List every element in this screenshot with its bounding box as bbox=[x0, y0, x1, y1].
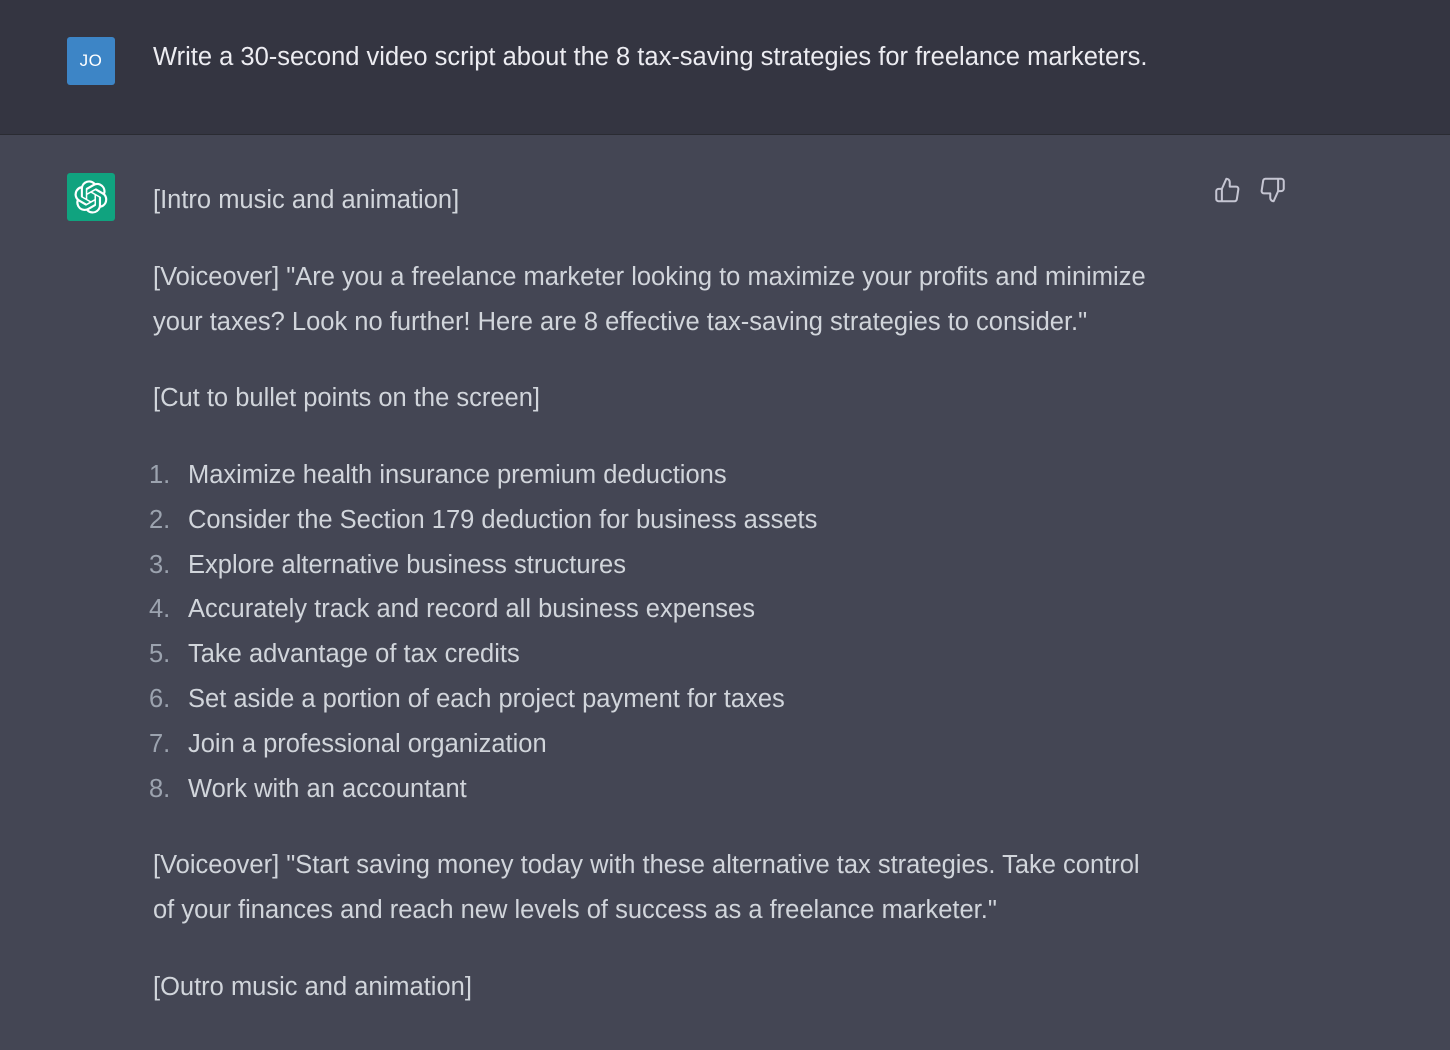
script-cut: [Cut to bullet points on the screen] bbox=[153, 384, 540, 412]
list-item-text: Explore alternative business structures bbox=[188, 550, 626, 579]
user-prompt-text: Write a 30-second video script about the… bbox=[153, 43, 1148, 71]
script-outro: [Outro music and animation] bbox=[153, 973, 472, 1001]
list-item-number: 6. bbox=[149, 684, 171, 713]
thumbs-down-icon bbox=[1260, 177, 1285, 203]
list-item-text: Work with an accountant bbox=[188, 774, 467, 803]
feedback-buttons bbox=[1214, 175, 1286, 205]
thumbs-down-button[interactable] bbox=[1259, 175, 1286, 205]
list-item-number: 1. bbox=[149, 461, 171, 489]
script-voiceover-1-line-2: your taxes? Look no further! Here are 8 … bbox=[153, 308, 1088, 336]
user-message-row: JO Write a 30-second video script about … bbox=[0, 0, 1450, 135]
thumbs-up-button[interactable] bbox=[1214, 175, 1241, 205]
list-item-number: 4. bbox=[149, 595, 171, 624]
list-item-text: Consider the Section 179 deduction for b… bbox=[188, 505, 818, 534]
script-voiceover-2-line-1: [Voiceover] "Start saving money today wi… bbox=[153, 851, 1140, 879]
script-intro: [Intro music and animation] bbox=[153, 186, 460, 214]
list-item-number: 3. bbox=[149, 550, 171, 579]
user-avatar: JO bbox=[67, 37, 115, 85]
assistant-message-row: [Intro music and animation] [Voiceover] … bbox=[0, 135, 1450, 1050]
thumbs-up-icon bbox=[1215, 177, 1240, 203]
list-item-number: 2. bbox=[149, 505, 171, 534]
list-item-text: Maximize health insurance premium deduct… bbox=[188, 461, 727, 489]
script-voiceover-2-line-2: of your finances and reach new levels of… bbox=[153, 896, 997, 924]
list-item-text: Accurately track and record all business… bbox=[188, 595, 755, 624]
openai-logo-icon bbox=[74, 180, 108, 214]
script-voiceover-1-line-1: [Voiceover] "Are you a freelance markete… bbox=[153, 263, 1146, 291]
assistant-avatar bbox=[67, 173, 115, 221]
list-item-number: 8. bbox=[149, 774, 171, 803]
list-item-number: 7. bbox=[149, 729, 171, 758]
list-item-text: Take advantage of tax credits bbox=[188, 640, 520, 669]
list-item-text: Set aside a portion of each project paym… bbox=[188, 684, 785, 713]
list-item-number: 5. bbox=[149, 640, 171, 669]
list-item-text: Join a professional organization bbox=[188, 729, 547, 758]
